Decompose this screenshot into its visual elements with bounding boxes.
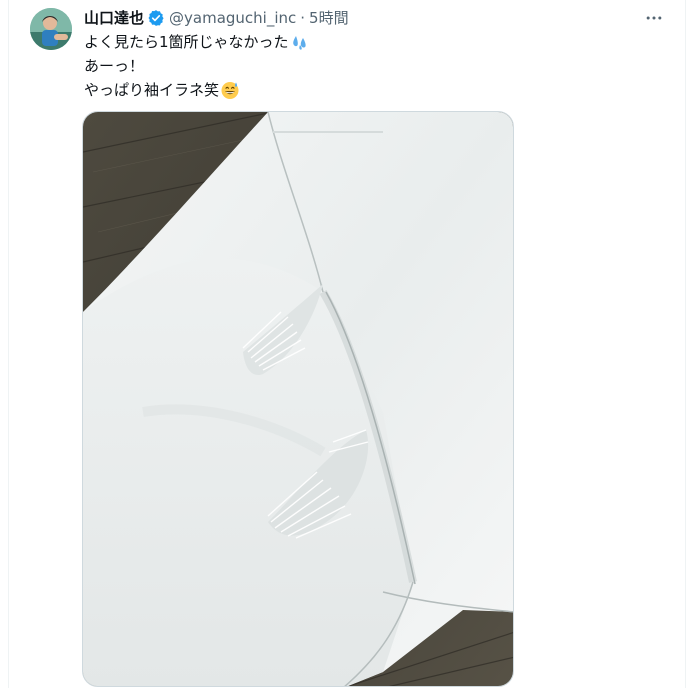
display-name[interactable]: 山口達也 xyxy=(84,8,144,28)
tweet-header: 山口達也 @yamaguchi_inc · 5時間 xyxy=(84,8,349,28)
sweat-droplets-icon xyxy=(290,32,310,52)
tweet-timestamp[interactable]: 5時間 xyxy=(309,8,349,28)
more-options-button[interactable] xyxy=(640,6,668,30)
verified-badge-icon xyxy=(147,9,165,27)
tweet-text-line: やっぱり袖イラネ笑 xyxy=(84,78,644,102)
tweet-text-line-2: あーっ！ xyxy=(84,57,145,75)
separator-dot: · xyxy=(300,9,306,27)
grinning-face-with-sweat-icon xyxy=(220,80,240,100)
tweet-photo[interactable] xyxy=(82,111,514,687)
tweet-text-line: よく見たら1箇所じゃなかった xyxy=(84,30,644,54)
more-horizontal-icon xyxy=(646,16,662,20)
avatar-photo xyxy=(30,8,72,50)
user-handle[interactable]: @yamaguchi_inc xyxy=(169,8,296,28)
tweet-text-line-3: やっぱり袖イラネ笑 xyxy=(84,81,220,99)
tweet-text-line-1: よく見たら1箇所じゃなかった xyxy=(84,33,289,51)
tweet-text-line: あーっ！ xyxy=(84,54,644,78)
torn-white-shirt-photo xyxy=(83,112,513,686)
avatar[interactable] xyxy=(30,8,72,50)
tweet-text: よく見たら1箇所じゃなかった あーっ！ やっぱり袖イラネ笑 xyxy=(84,30,644,102)
